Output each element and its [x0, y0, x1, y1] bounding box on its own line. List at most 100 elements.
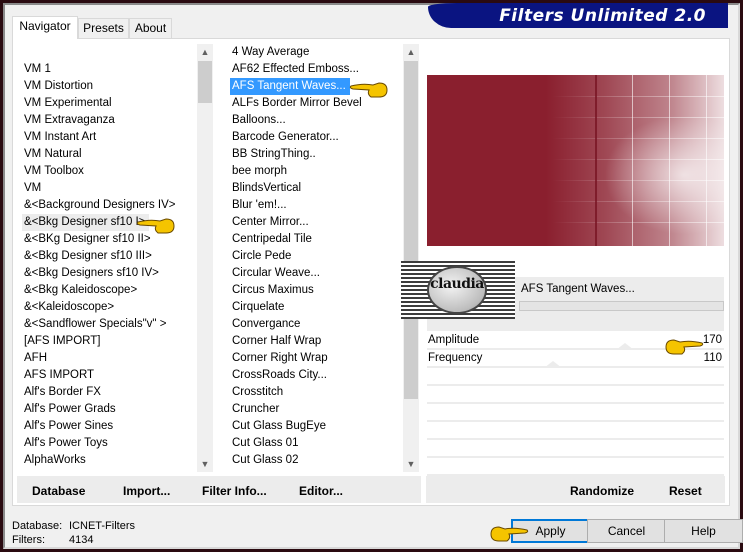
scroll-down-icon[interactable]: ▼: [403, 456, 419, 472]
randomize-button[interactable]: Randomize: [570, 484, 634, 498]
brand-title: Filters Unlimited 2.0: [499, 6, 706, 26]
filter-item[interactable]: Circular Weave...: [230, 265, 402, 282]
category-item[interactable]: VM: [22, 180, 194, 197]
category-scroll-thumb[interactable]: [198, 61, 212, 103]
category-item[interactable]: VM 1: [22, 61, 194, 78]
category-item[interactable]: Alf's Power Toys: [22, 435, 194, 452]
preview-grid-line: [552, 201, 724, 202]
filter-item[interactable]: CrossRoads City...: [230, 367, 402, 384]
preview-grid-line: [552, 180, 724, 181]
empty-param-slot: [427, 386, 724, 404]
filters-count-label: Filters:: [12, 534, 45, 546]
filter-info-title: AFS Tangent Waves...: [521, 283, 635, 295]
filter-item[interactable]: Cut Glass BugEye: [230, 418, 402, 435]
category-item[interactable]: VM Extravaganza: [22, 112, 194, 129]
status-area: Database: ICNET-Filters Filters: 4134: [12, 519, 135, 547]
category-item[interactable]: VM Experimental: [22, 95, 194, 112]
category-item[interactable]: &<Bkg Designers sf10 IV>: [22, 265, 194, 282]
database-status-value: ICNET-Filters: [69, 520, 135, 532]
preview-grid-line: [552, 159, 724, 160]
import-button[interactable]: Import...: [123, 484, 170, 498]
filter-info-button[interactable]: Filter Info...: [202, 484, 267, 498]
param-amplitude-label: Amplitude: [428, 334, 480, 346]
reset-button[interactable]: Reset: [669, 484, 702, 498]
scroll-up-icon[interactable]: ▲: [403, 44, 419, 60]
filter-item[interactable]: bee morph: [230, 163, 402, 180]
category-item[interactable]: &<Bkg Kaleidoscope>: [22, 282, 194, 299]
watermark-text: claudia: [430, 276, 484, 292]
param-frequency-label: Frequency: [428, 352, 483, 364]
empty-param-slot: [427, 422, 724, 440]
empty-param-slot: [427, 368, 724, 386]
category-item[interactable]: AlphaWorks: [22, 452, 194, 469]
category-item[interactable]: AFH: [22, 350, 194, 367]
scroll-down-icon[interactable]: ▼: [197, 456, 213, 472]
category-item[interactable]: VM Distortion: [22, 78, 194, 95]
category-item[interactable]: Alf's Border FX: [22, 384, 194, 401]
filter-item[interactable]: Center Mirror...: [230, 214, 402, 231]
parameter-button-bar: Randomize Reset: [426, 476, 725, 503]
preview-grid-line: [552, 138, 724, 139]
tab-navigator[interactable]: Navigator: [12, 16, 78, 39]
category-list[interactable]: VM 1 VM Distortion VM Experimental VM Extra…: [22, 61, 194, 469]
watermark-logo: claudia: [401, 261, 515, 319]
category-item[interactable]: [AFS IMPORT]: [22, 333, 194, 350]
filter-item[interactable]: BlindsVertical: [230, 180, 402, 197]
editor-button[interactable]: Editor...: [299, 484, 343, 498]
empty-param-slot: [427, 404, 724, 422]
param-frequency-value: 110: [703, 352, 722, 364]
scroll-up-icon[interactable]: ▲: [197, 44, 213, 60]
filter-item[interactable]: 4 Way Average: [230, 44, 402, 61]
filter-item[interactable]: Convergance: [230, 316, 402, 333]
category-item[interactable]: VM Instant Art: [22, 129, 194, 146]
category-item[interactable]: &<Bkg Designer sf10 III>: [22, 248, 194, 265]
filter-item[interactable]: Crosstitch: [230, 384, 402, 401]
filter-item[interactable]: Circus Maximus: [230, 282, 402, 299]
preview-grid-line: [632, 75, 633, 246]
filter-item[interactable]: Cut Glass 02: [230, 452, 402, 469]
preview-grid-line: [552, 222, 724, 223]
filter-item[interactable]: Cut Glass 01: [230, 435, 402, 452]
filter-item[interactable]: BB StringThing..: [230, 146, 402, 163]
navigator-button-bar: Database Import... Filter Info... Editor…: [17, 476, 421, 503]
category-item[interactable]: AFS IMPORT: [22, 367, 194, 384]
preview-grid-line: [706, 75, 707, 246]
filter-list[interactable]: 4 Way Average AF62 Effected Emboss... AFS …: [230, 44, 402, 472]
empty-param-slot: [427, 440, 724, 458]
filter-item[interactable]: Circle Pede: [230, 248, 402, 265]
filter-scrollbar[interactable]: ▲ ▼: [403, 44, 419, 472]
filter-item[interactable]: Balloons...: [230, 112, 402, 129]
category-item[interactable]: &<Bkg Designer sf10 I>: [22, 214, 150, 231]
brand-banner: Filters Unlimited 2.0: [428, 3, 728, 28]
filter-item[interactable]: Blur 'em!...: [230, 197, 402, 214]
pointer-hand-icon: [136, 218, 175, 234]
category-item[interactable]: VM Toolbox: [22, 163, 194, 180]
category-scrollbar[interactable]: ▲ ▼: [197, 44, 213, 472]
database-button[interactable]: Database: [32, 484, 85, 498]
tab-about[interactable]: About: [129, 18, 172, 38]
filter-item[interactable]: Cruncher: [230, 401, 402, 418]
filter-item[interactable]: Corner Right Wrap: [230, 350, 402, 367]
filter-item[interactable]: AFS Tangent Waves...: [230, 78, 350, 95]
filter-scroll-thumb[interactable]: [404, 61, 418, 399]
filter-item[interactable]: Barcode Generator...: [230, 129, 402, 146]
filter-item[interactable]: Centripedal Tile: [230, 231, 402, 248]
help-button[interactable]: Help: [664, 519, 743, 543]
category-item[interactable]: &<Background Designers IV>: [22, 197, 194, 214]
category-item[interactable]: VM Natural: [22, 146, 194, 163]
filters-count-value: 4134: [69, 534, 94, 546]
pointer-hand-icon: [490, 526, 529, 542]
cancel-button[interactable]: Cancel: [587, 519, 666, 543]
category-item[interactable]: Alf's Power Sines: [22, 418, 194, 435]
preview-grid-line: [669, 75, 670, 246]
filter-item[interactable]: Corner Half Wrap: [230, 333, 402, 350]
filter-item[interactable]: Cirquelate: [230, 299, 402, 316]
frequency-slider-thumb[interactable]: [544, 361, 562, 368]
amplitude-slider-thumb[interactable]: [616, 343, 634, 350]
category-item[interactable]: Alf's Power Grads: [22, 401, 194, 418]
filter-item[interactable]: AF62 Effected Emboss...: [230, 61, 402, 78]
category-item[interactable]: &<Sandflower Specials"v" >: [22, 316, 194, 333]
param-amplitude-value: 170: [702, 334, 722, 346]
category-item[interactable]: &<Kaleidoscope>: [22, 299, 194, 316]
tab-presets[interactable]: Presets: [78, 18, 129, 38]
